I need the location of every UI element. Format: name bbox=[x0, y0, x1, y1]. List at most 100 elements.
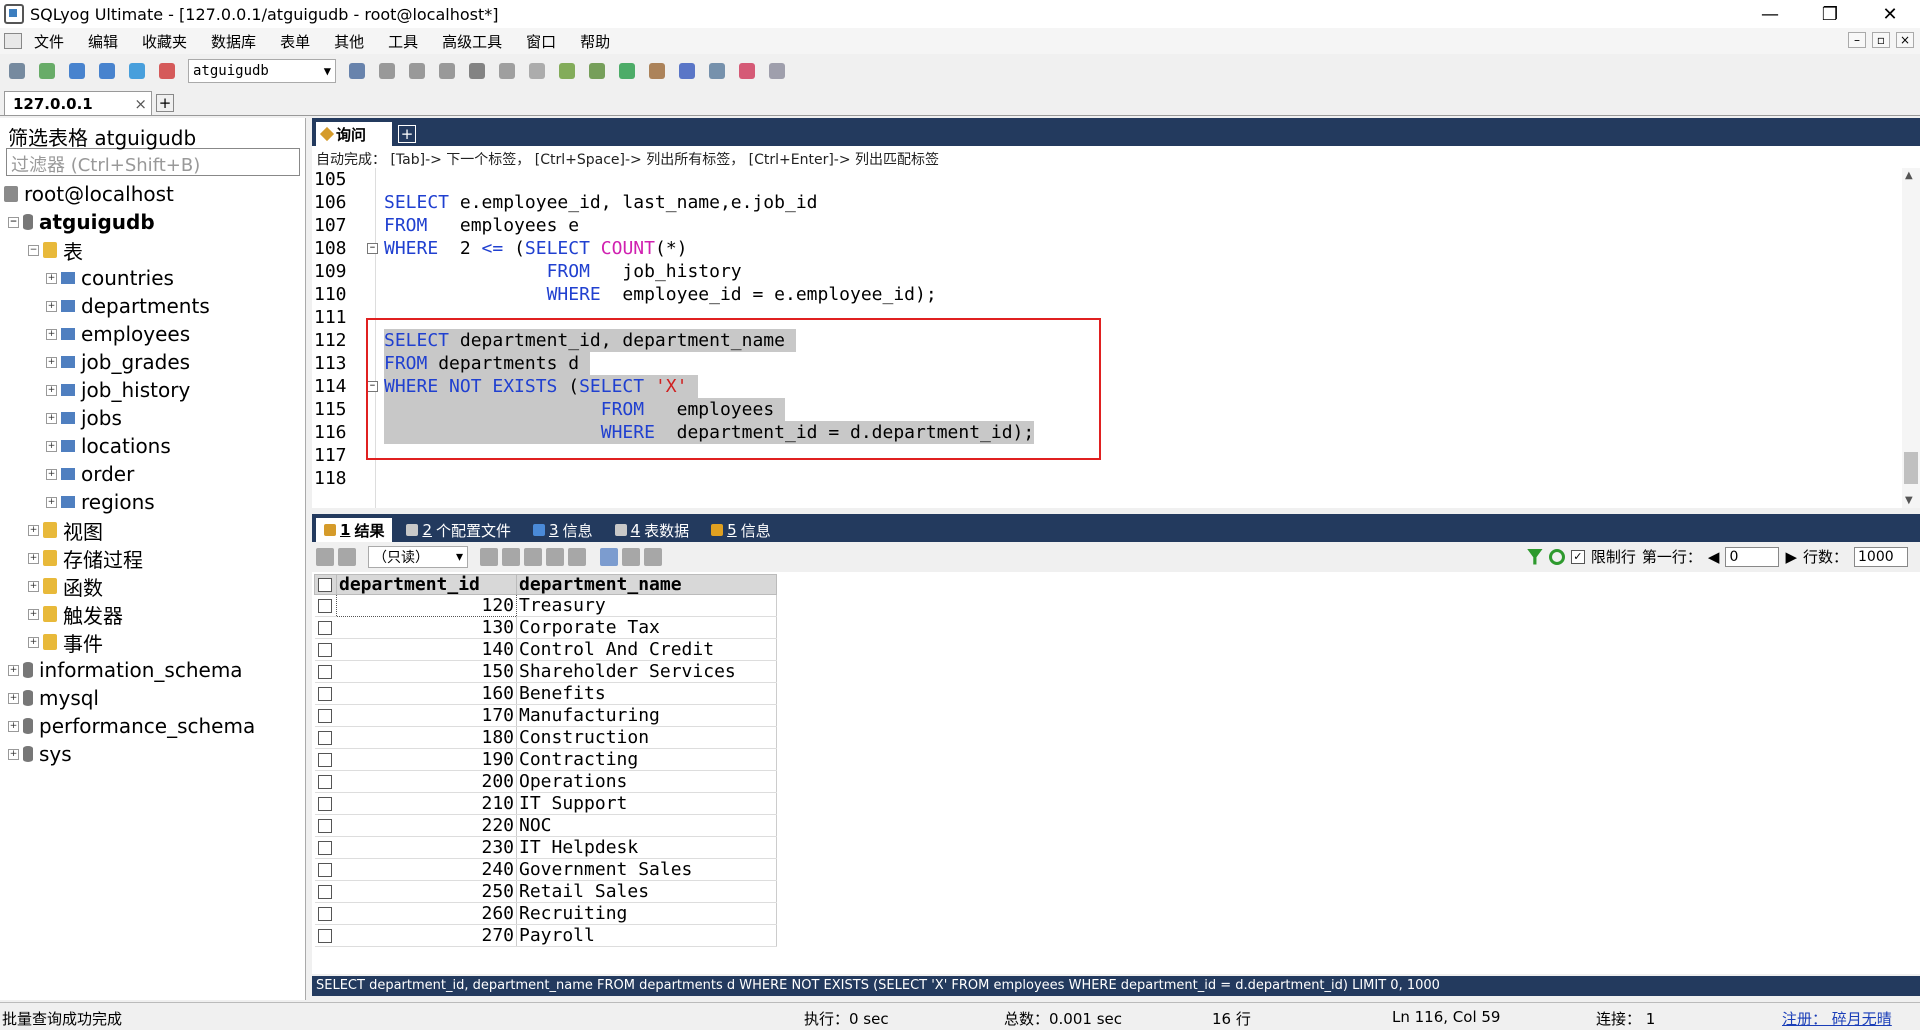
code-line[interactable]: 110 WHERE employee_id = e.employee_id); bbox=[312, 283, 1902, 306]
menu-window[interactable]: 窗口 bbox=[526, 31, 556, 52]
checkbox[interactable] bbox=[317, 818, 332, 833]
cell-department-id[interactable]: 160 bbox=[336, 682, 517, 705]
expand-icon[interactable]: + bbox=[28, 524, 39, 536]
minimize-button[interactable]: — bbox=[1740, 0, 1800, 28]
row-checkbox-cell[interactable] bbox=[314, 594, 337, 617]
maximize-button[interactable]: ❐ bbox=[1800, 0, 1860, 28]
checkbox[interactable] bbox=[317, 840, 332, 855]
expand-icon[interactable]: + bbox=[8, 748, 19, 760]
table-row[interactable]: 210 IT Support bbox=[314, 792, 777, 815]
result-tab-3[interactable]: 3 信息 bbox=[525, 518, 601, 542]
table-row[interactable]: 270 Payroll bbox=[314, 924, 777, 947]
expand-icon[interactable]: + bbox=[8, 664, 19, 676]
column-header-department-id[interactable]: department_id bbox=[336, 574, 517, 595]
scroll-down-icon[interactable]: ▼ bbox=[1905, 495, 1913, 506]
expand-icon[interactable]: + bbox=[46, 440, 57, 452]
checkbox[interactable] bbox=[317, 752, 332, 767]
menu-edit[interactable]: 编辑 bbox=[88, 31, 118, 52]
tree-node-db-atguigudb[interactable]: − atguigudb bbox=[0, 208, 305, 236]
text-view-icon[interactable] bbox=[644, 548, 662, 566]
expand-icon[interactable]: + bbox=[46, 384, 57, 396]
refresh-icon[interactable] bbox=[1548, 548, 1565, 565]
next-page-icon[interactable]: ▶ bbox=[1785, 548, 1797, 566]
cell-department-id[interactable]: 150 bbox=[336, 660, 517, 683]
tree-node-procedures-folder[interactable]: + 存储过程 bbox=[0, 544, 305, 572]
table-row[interactable]: 160 Benefits bbox=[314, 682, 777, 705]
result-tab-2[interactable]: 2 个配置文件 bbox=[398, 518, 519, 542]
menu-help[interactable]: 帮助 bbox=[580, 31, 610, 52]
row-checkbox-cell[interactable] bbox=[314, 748, 337, 771]
sync-icon[interactable] bbox=[554, 59, 580, 83]
cell-department-id[interactable]: 220 bbox=[336, 814, 517, 837]
execute-query-icon[interactable] bbox=[64, 59, 90, 83]
cell-department-id[interactable]: 120 bbox=[336, 594, 517, 617]
cell-department-name[interactable]: IT Support bbox=[516, 792, 777, 815]
cell-department-id[interactable]: 210 bbox=[336, 792, 517, 815]
cell-department-id[interactable]: 140 bbox=[336, 638, 517, 661]
query-builder-icon[interactable] bbox=[494, 59, 520, 83]
monitor-icon[interactable] bbox=[704, 59, 730, 83]
delete-icon[interactable] bbox=[546, 548, 564, 566]
copy-format-icon[interactable] bbox=[338, 548, 356, 566]
migration-icon[interactable] bbox=[674, 59, 700, 83]
table-row[interactable]: 180 Construction bbox=[314, 726, 777, 749]
expand-icon[interactable]: + bbox=[46, 272, 57, 284]
table-row[interactable]: 260 Recruiting bbox=[314, 902, 777, 925]
save-icon[interactable] bbox=[524, 548, 542, 566]
cell-department-id[interactable]: 260 bbox=[336, 902, 517, 925]
menu-tools[interactable]: 工具 bbox=[388, 31, 418, 52]
checkbox[interactable] bbox=[317, 620, 332, 635]
schema-designer-icon[interactable] bbox=[464, 59, 490, 83]
row-checkbox-cell[interactable] bbox=[314, 770, 337, 793]
code-line[interactable]: 109 FROM job_history bbox=[312, 260, 1902, 283]
new-connection-icon[interactable] bbox=[4, 59, 30, 83]
checkbox[interactable] bbox=[317, 796, 332, 811]
checkbox[interactable] bbox=[317, 664, 332, 679]
cell-department-id[interactable]: 190 bbox=[336, 748, 517, 771]
row-checkbox-cell[interactable] bbox=[314, 704, 337, 727]
editor-scrollbar[interactable]: ▲ ▼ bbox=[1902, 168, 1920, 508]
table-row[interactable]: 220 NOC bbox=[314, 814, 777, 837]
cell-department-name[interactable]: Retail Sales bbox=[516, 880, 777, 903]
execute-all-icon[interactable] bbox=[94, 59, 120, 83]
duplicate-row-icon[interactable] bbox=[502, 548, 520, 566]
row-checkbox-cell[interactable] bbox=[314, 836, 337, 859]
export-icon[interactable] bbox=[316, 548, 334, 566]
cell-department-name[interactable]: Benefits bbox=[516, 682, 777, 705]
row-checkbox-cell[interactable] bbox=[314, 792, 337, 815]
checkbox[interactable] bbox=[317, 642, 332, 657]
data-sync-icon[interactable] bbox=[584, 59, 610, 83]
code-line[interactable]: 107 FROM employees e bbox=[312, 214, 1902, 237]
table-row[interactable]: 230 IT Helpdesk bbox=[314, 836, 777, 859]
cell-department-name[interactable]: Manufacturing bbox=[516, 704, 777, 727]
new-query-icon[interactable] bbox=[34, 59, 60, 83]
expand-icon[interactable]: + bbox=[28, 580, 39, 592]
tree-node-table[interactable]: + order bbox=[0, 460, 305, 488]
cell-department-name[interactable]: Control And Credit bbox=[516, 638, 777, 661]
cell-department-name[interactable]: Operations bbox=[516, 770, 777, 793]
checkbox[interactable] bbox=[317, 928, 332, 943]
prev-page-icon[interactable]: ◀ bbox=[1708, 548, 1720, 566]
cell-department-name[interactable]: Treasury bbox=[516, 594, 777, 617]
cell-department-name[interactable]: Government Sales bbox=[516, 858, 777, 881]
cell-department-name[interactable]: Corporate Tax bbox=[516, 616, 777, 639]
code-line[interactable]: 108 − WHERE 2 <= (SELECT COUNT(*) bbox=[312, 237, 1902, 260]
checkbox[interactable] bbox=[317, 906, 332, 921]
grid-view-icon[interactable] bbox=[600, 548, 618, 566]
tree-node-table[interactable]: + countries bbox=[0, 264, 305, 292]
menu-favorites[interactable]: 收藏夹 bbox=[142, 31, 187, 52]
cell-department-name[interactable]: NOC bbox=[516, 814, 777, 837]
row-checkbox-cell[interactable] bbox=[314, 682, 337, 705]
expand-icon[interactable]: + bbox=[46, 412, 57, 424]
table-data-icon[interactable] bbox=[524, 59, 550, 83]
cell-department-name[interactable]: Construction bbox=[516, 726, 777, 749]
expand-icon[interactable]: + bbox=[46, 300, 57, 312]
cell-department-id[interactable]: 240 bbox=[336, 858, 517, 881]
expand-icon[interactable]: + bbox=[46, 328, 57, 340]
stop-icon[interactable] bbox=[154, 59, 180, 83]
job-agent-icon[interactable] bbox=[644, 59, 670, 83]
checkbox[interactable] bbox=[317, 598, 332, 613]
add-connection-button[interactable]: + bbox=[156, 94, 174, 112]
tree-node-triggers-folder[interactable]: + 触发器 bbox=[0, 600, 305, 628]
cell-department-id[interactable]: 170 bbox=[336, 704, 517, 727]
